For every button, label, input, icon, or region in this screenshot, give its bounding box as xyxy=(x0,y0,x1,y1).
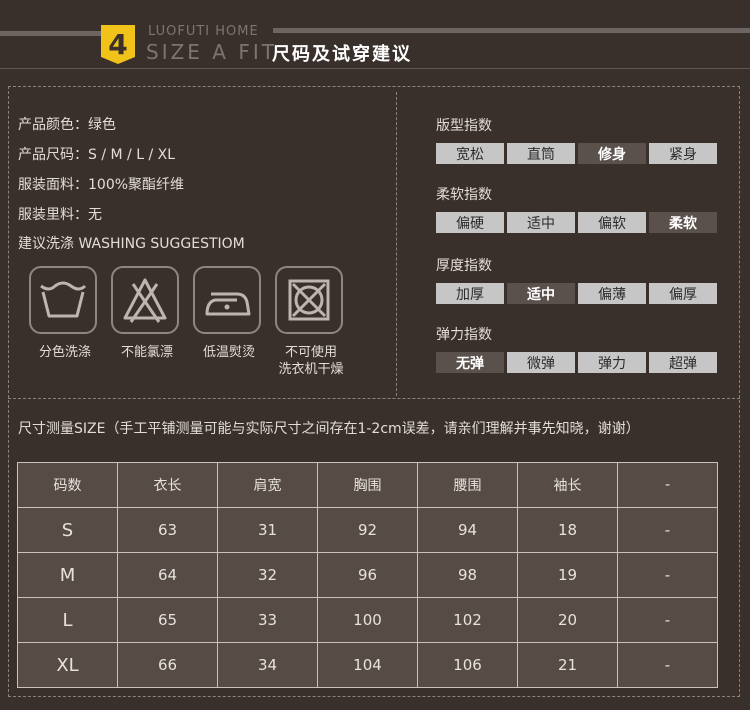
fit-index-scale: 宽松 直筒 修身 紧身 xyxy=(436,143,717,164)
table-cell: 102 xyxy=(417,597,518,643)
index-option: 宽松 xyxy=(436,143,504,164)
col-header: 胸围 xyxy=(317,462,418,508)
col-header: 肩宽 xyxy=(217,462,318,508)
col-header: 码数 xyxy=(17,462,118,508)
fit-index-title: 版型指数 xyxy=(436,118,492,134)
index-option: 偏厚 xyxy=(649,283,717,304)
table-cell: 21 xyxy=(517,642,618,688)
size-measurement-note: 尺寸测量SIZE（手工平铺测量可能与实际尺寸之间存在1-2cm误差，请亲们理解并… xyxy=(18,421,640,437)
col-header: 腰围 xyxy=(417,462,518,508)
vertical-divider xyxy=(396,92,398,396)
table-cell: 96 xyxy=(317,552,418,598)
care-label: 不可使用 洗衣机干燥 xyxy=(278,345,344,377)
product-color: 产品颜色：绿色 xyxy=(18,117,116,133)
elasticity-index-scale: 无弹 微弹 弹力 超弹 xyxy=(436,352,717,373)
product-fabric: 服装面料：100%聚酯纤维 xyxy=(18,177,185,193)
index-option: 偏软 xyxy=(578,212,646,233)
index-option: 直筒 xyxy=(507,143,575,164)
care-label: 分色洗涤 xyxy=(38,345,91,360)
care-no-bleach: 不能氯漂 xyxy=(111,266,183,361)
size-code-cell: S xyxy=(17,507,118,553)
table-row: S 63 31 92 94 18 - xyxy=(17,507,718,553)
care-label: 低温熨烫 xyxy=(202,345,255,360)
table-cell: 66 xyxy=(117,642,218,688)
table-cell: 34 xyxy=(217,642,318,688)
size-code-cell: L xyxy=(17,597,118,643)
header-divider xyxy=(0,68,750,69)
table-cell: 63 xyxy=(117,507,218,553)
care-no-tumble-dry: 不可使用 洗衣机干燥 xyxy=(275,266,347,378)
header-rule-right xyxy=(273,28,750,33)
thickness-index-title: 厚度指数 xyxy=(436,258,492,274)
table-cell: 31 xyxy=(217,507,318,553)
care-label: 不能氯漂 xyxy=(120,345,173,360)
table-cell: - xyxy=(617,642,718,688)
index-option-selected: 柔软 xyxy=(649,212,717,233)
table-cell: - xyxy=(617,597,718,643)
section-title-en: SIZE A FIT xyxy=(146,40,277,64)
index-option: 适中 xyxy=(507,212,575,233)
hand-wash-icon xyxy=(29,266,97,334)
table-cell: 106 xyxy=(417,642,518,688)
section-title-cn: 尺码及试穿建议 xyxy=(272,44,412,65)
product-lining: 服装里料：无 xyxy=(18,207,102,223)
col-header: 袖长 xyxy=(517,462,618,508)
size-code-cell: M xyxy=(17,552,118,598)
care-hand-wash: 分色洗涤 xyxy=(29,266,101,361)
softness-index-scale: 偏硬 适中 偏软 柔软 xyxy=(436,212,717,233)
index-option-selected: 修身 xyxy=(578,143,646,164)
size-code-cell: XL xyxy=(17,642,118,688)
table-cell: 94 xyxy=(417,507,518,553)
elasticity-index-title: 弹力指数 xyxy=(436,327,492,343)
section-number-badge: 4 xyxy=(101,25,135,64)
table-cell: 33 xyxy=(217,597,318,643)
index-option: 弹力 xyxy=(578,352,646,373)
index-option-selected: 无弹 xyxy=(436,352,504,373)
table-row: XL 66 34 104 106 21 - xyxy=(17,642,718,688)
table-cell: - xyxy=(617,552,718,598)
table-cell: 104 xyxy=(317,642,418,688)
table-cell: 32 xyxy=(217,552,318,598)
no-tumble-dry-icon xyxy=(275,266,343,334)
header-rule-left xyxy=(0,31,101,36)
col-header: 衣长 xyxy=(117,462,218,508)
table-header-row: 码数 衣长 肩宽 胸围 腰围 袖长 - xyxy=(17,462,718,508)
table-cell: 18 xyxy=(517,507,618,553)
index-option: 加厚 xyxy=(436,283,504,304)
index-option-selected: 适中 xyxy=(507,283,575,304)
horizontal-divider xyxy=(8,398,740,400)
table-cell: 64 xyxy=(117,552,218,598)
size-table: 码数 衣长 肩宽 胸围 腰围 袖长 - S 63 31 92 94 18 - M… xyxy=(17,462,718,688)
washing-suggestion-heading: 建议洗涤 WASHING SUGGESTIOM xyxy=(18,236,245,252)
table-cell: 65 xyxy=(117,597,218,643)
brand-subtitle: LUOFUTI HOME xyxy=(148,24,259,39)
table-row: L 65 33 100 102 20 - xyxy=(17,597,718,643)
index-option: 紧身 xyxy=(649,143,717,164)
table-cell: 98 xyxy=(417,552,518,598)
table-row: M 64 32 96 98 19 - xyxy=(17,552,718,598)
index-option: 偏硬 xyxy=(436,212,504,233)
no-bleach-icon xyxy=(111,266,179,334)
table-cell: 92 xyxy=(317,507,418,553)
index-option: 微弹 xyxy=(507,352,575,373)
index-option: 超弹 xyxy=(649,352,717,373)
table-cell: 100 xyxy=(317,597,418,643)
softness-index-title: 柔软指数 xyxy=(436,187,492,203)
table-cell: 20 xyxy=(517,597,618,643)
care-low-iron: 低温熨烫 xyxy=(193,266,265,361)
iron-low-icon xyxy=(193,266,261,334)
product-sizes: 产品尺码：S / M / L / XL xyxy=(18,147,176,163)
thickness-index-scale: 加厚 适中 偏薄 偏厚 xyxy=(436,283,717,304)
col-header: - xyxy=(617,462,718,508)
index-option: 偏薄 xyxy=(578,283,646,304)
table-cell: 19 xyxy=(517,552,618,598)
table-cell: - xyxy=(617,507,718,553)
